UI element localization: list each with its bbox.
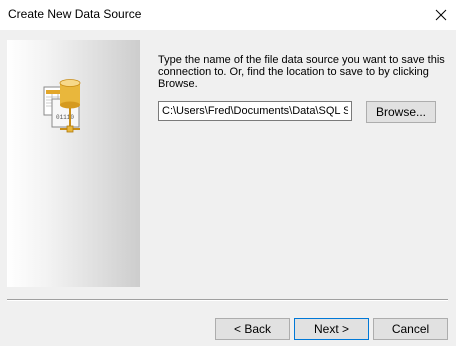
create-new-data-source-dialog: Create New Data Source 01110 Type the na… [0, 0, 456, 346]
cancel-button[interactable]: Cancel [373, 318, 448, 340]
data-source-file-icon: 01110 [43, 79, 81, 133]
instruction-text: Type the name of the file data source yo… [158, 54, 445, 90]
close-button[interactable] [426, 0, 456, 30]
next-button[interactable]: Next > [294, 318, 369, 340]
window-title: Create New Data Source [8, 7, 142, 21]
title-bar: Create New Data Source [0, 0, 456, 30]
file-path-input[interactable] [158, 101, 352, 121]
binary-label: 01110 [56, 114, 74, 121]
footer-separator [7, 299, 448, 301]
wizard-side-panel: 01110 [7, 40, 140, 287]
back-button[interactable]: < Back [215, 318, 290, 340]
close-icon [435, 9, 447, 21]
browse-button[interactable]: Browse... [366, 101, 436, 123]
